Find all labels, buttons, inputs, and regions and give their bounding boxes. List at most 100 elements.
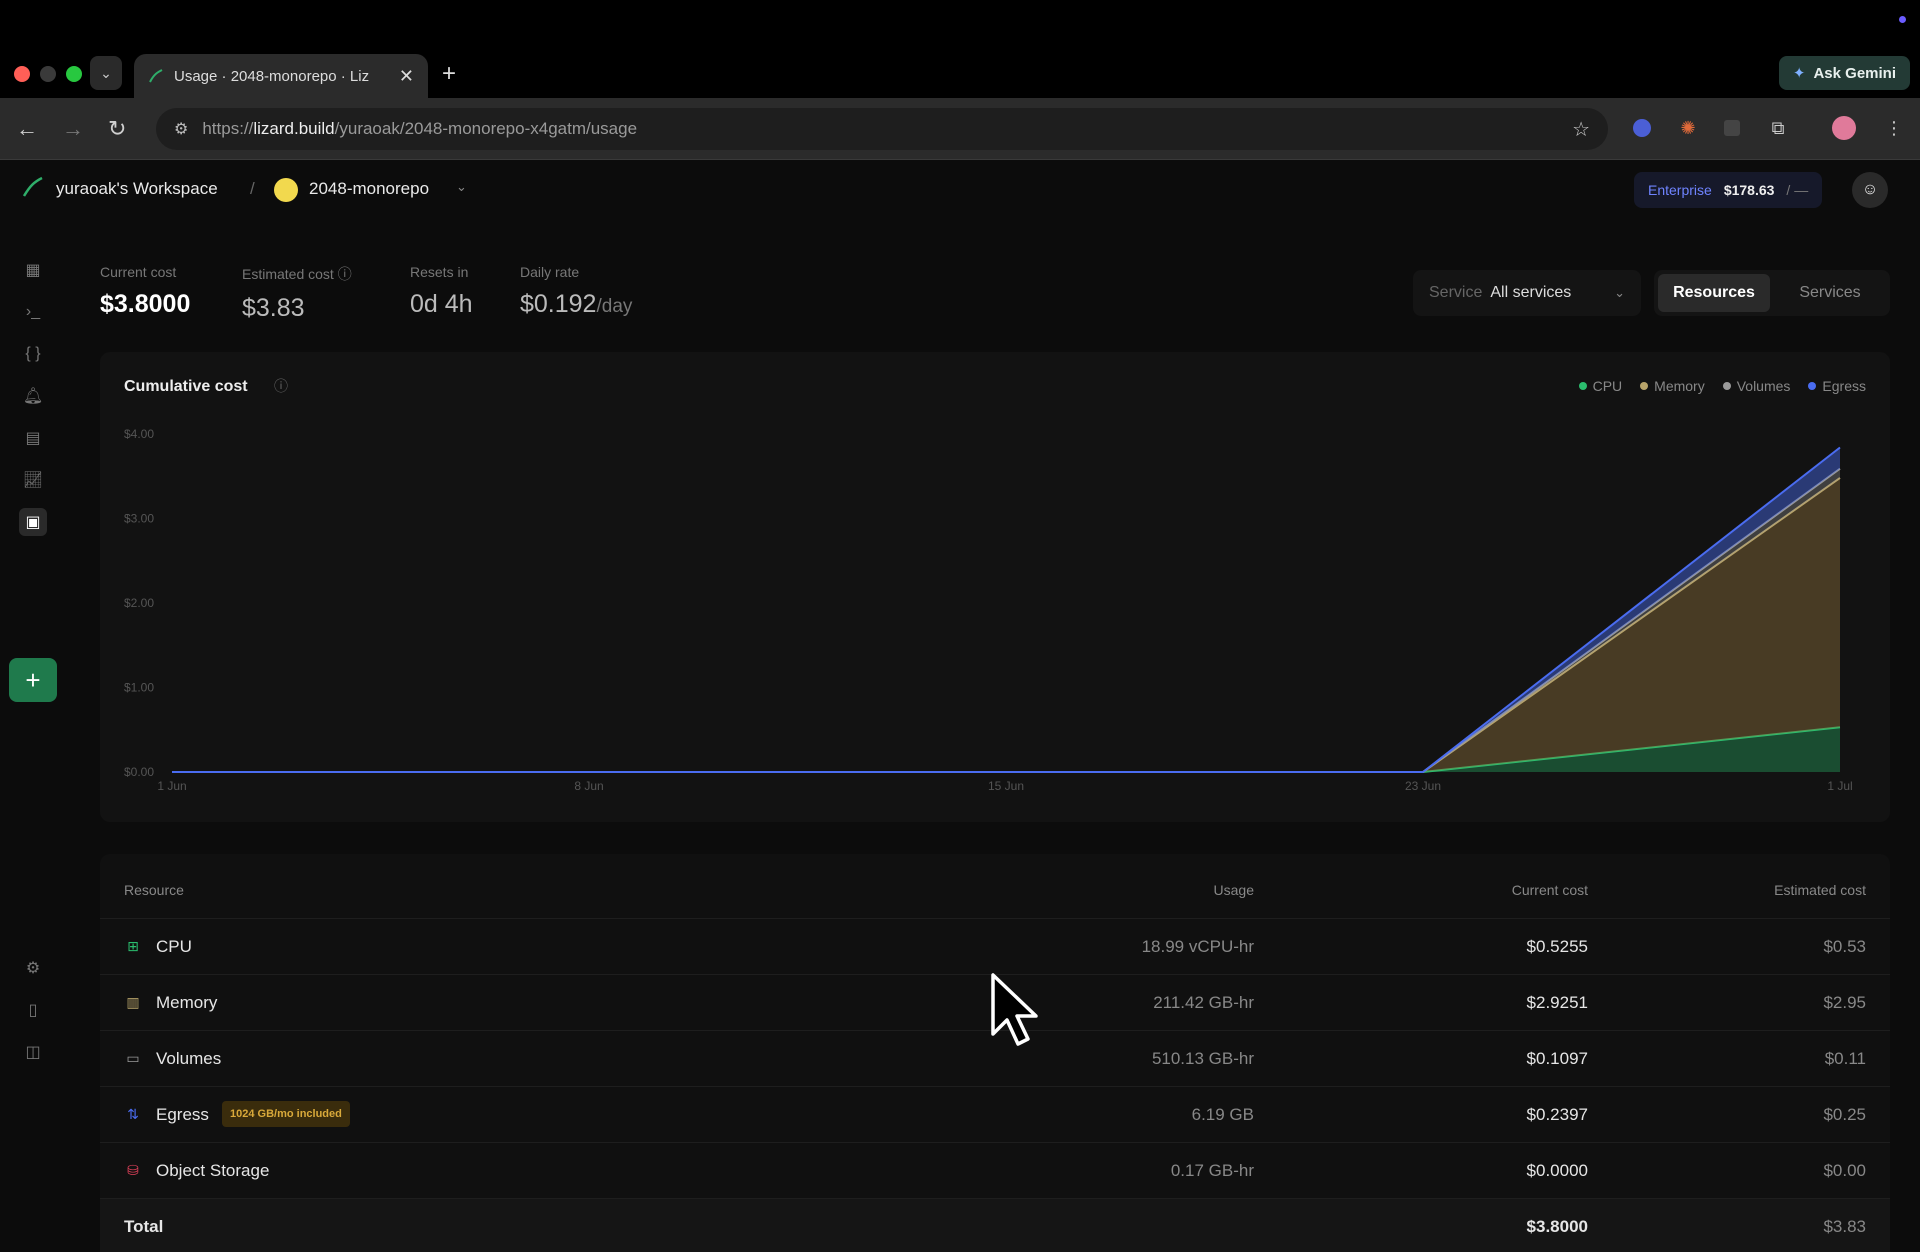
stat-daily-unit: /day bbox=[596, 296, 633, 317]
y-tick-label: $1.00 bbox=[124, 681, 154, 695]
extension-chrome-icon[interactable] bbox=[1628, 114, 1656, 142]
close-window-button[interactable] bbox=[14, 66, 30, 82]
stat-resets-in: Resets in 0d 4h bbox=[410, 264, 473, 319]
minimize-window-button[interactable] bbox=[40, 66, 56, 82]
address-bar[interactable]: ⚙ https://lizard.build/yuraoak/2048-mono… bbox=[156, 108, 1608, 150]
service-filter-select[interactable]: Service All services ⌄ bbox=[1413, 270, 1641, 316]
ask-gemini-button[interactable]: ✦ Ask Gemini bbox=[1778, 56, 1910, 90]
x-tick-label: 23 Jun bbox=[1405, 779, 1441, 793]
table-row[interactable]: ⛁ Object Storage 0.17 GB-hr $0.0000 $0.00 bbox=[100, 1142, 1890, 1198]
sidebar-metrics-icon[interactable]: 📈︎ bbox=[19, 466, 47, 494]
row-current-cost: $0.2397 bbox=[1526, 1105, 1588, 1124]
row-estimated-cost: $0.11 bbox=[1824, 1049, 1866, 1068]
forward-icon[interactable]: → bbox=[62, 116, 84, 142]
sidebar-alerts-icon[interactable]: 🔔︎ bbox=[19, 382, 47, 410]
url-text[interactable]: https://lizard.build/yuraoak/2048-monore… bbox=[202, 119, 1558, 139]
browser-toolbar: ← → ↻ ⚙ https://lizard.build/yuraoak/204… bbox=[0, 98, 1920, 160]
x-tick-label: 8 Jun bbox=[574, 779, 603, 793]
chart-title: Cumulative cost bbox=[124, 378, 248, 395]
site-settings-icon[interactable]: ⚙ bbox=[174, 119, 188, 139]
row-resource-name: Volumes bbox=[156, 1049, 222, 1068]
legend-swatch bbox=[1640, 382, 1649, 390]
browser-tabbar: ⌄ Usage · 2048-monorepo · Liz ✕ + ✦ Ask … bbox=[0, 0, 1920, 98]
legend-item-memory[interactable]: Memory bbox=[1640, 378, 1705, 394]
legend-item-egress[interactable]: Egress bbox=[1808, 378, 1866, 394]
project-chevron-down-icon[interactable]: ⌄ bbox=[456, 179, 467, 195]
sidebar-architecture-icon[interactable]: ▦ bbox=[19, 256, 47, 284]
stat-estimated-cost-value: $3.83 bbox=[242, 294, 305, 322]
legend-item-volumes[interactable]: Volumes bbox=[1722, 378, 1790, 394]
extensions-puzzle-icon[interactable]: ⧉ bbox=[1764, 114, 1792, 142]
url-scheme: https:// bbox=[202, 119, 254, 138]
plan-usage-badge[interactable]: Enterprise $178.63 / — bbox=[1634, 172, 1823, 208]
row-current-cost: $0.1097 bbox=[1526, 1049, 1588, 1068]
x-tick-label: 15 Jun bbox=[988, 779, 1024, 793]
window-controls bbox=[14, 66, 82, 82]
tab-close-icon[interactable]: ✕ bbox=[399, 66, 414, 87]
chevron-down-icon: ⌄ bbox=[1614, 285, 1625, 300]
stat-current-cost-label: Current cost bbox=[100, 264, 177, 280]
url-path: /yuraoak/2048-monorepo-x4gatm/usage bbox=[334, 119, 638, 138]
bookmark-star-icon[interactable]: ☆ bbox=[1572, 117, 1590, 142]
back-icon[interactable]: ← bbox=[16, 116, 38, 142]
row-estimated-cost: $0.53 bbox=[1823, 937, 1866, 956]
maximize-window-button[interactable] bbox=[66, 66, 82, 82]
x-tick-label: 1 Jun bbox=[157, 779, 186, 793]
reload-icon[interactable]: ↻ bbox=[108, 116, 126, 142]
stat-resets-value: 0d 4h bbox=[410, 290, 473, 318]
row-usage: 510.13 GB-hr bbox=[1151, 1049, 1254, 1068]
chart-legend: CPU Memory Volumes Egress bbox=[1578, 378, 1866, 394]
legend-swatch bbox=[1722, 382, 1731, 390]
table-total-row: Total $3.8000 $3.83 bbox=[100, 1198, 1890, 1252]
extension-dark-icon[interactable] bbox=[1718, 114, 1746, 142]
add-service-button[interactable]: + bbox=[9, 658, 57, 702]
col-header-usage: Usage bbox=[1213, 882, 1254, 898]
chart-info-icon[interactable]: ⓘ bbox=[274, 376, 288, 396]
memory-icon: ▥ bbox=[126, 993, 140, 1010]
sidebar-logs-icon[interactable]: ▤ bbox=[19, 424, 47, 452]
row-current-cost: $0.0000 bbox=[1526, 1161, 1588, 1180]
breadcrumb-separator: / bbox=[250, 179, 255, 198]
status-dot bbox=[1899, 16, 1906, 23]
legend-label: Memory bbox=[1654, 378, 1705, 394]
mouse-cursor-icon bbox=[991, 973, 1038, 1046]
sidebar-panel-icon[interactable]: ◫ bbox=[19, 1038, 47, 1066]
y-tick-label: $3.00 bbox=[124, 512, 154, 526]
col-header-current-cost: Current cost bbox=[1511, 882, 1588, 898]
y-tick-label: $4.00 bbox=[124, 427, 154, 441]
sidebar-docs-icon[interactable]: ▯ bbox=[19, 996, 47, 1024]
profile-avatar-icon[interactable] bbox=[1830, 114, 1858, 142]
browser-menu-icon[interactable]: ⋮ bbox=[1880, 114, 1908, 142]
table-row[interactable]: ⊞ CPU 18.99 vCPU-hr $0.5255 $0.53 bbox=[100, 918, 1890, 974]
toggle-services[interactable]: Services bbox=[1774, 274, 1886, 312]
breadcrumb-project[interactable]: 2048-monorepo bbox=[309, 179, 429, 199]
total-current-cost: $3.8000 bbox=[1526, 1217, 1588, 1236]
sidebar: ▦ ›_ { } 🔔︎ ▤ 📈︎ ▣ + ⚙ ▯ ◫ bbox=[0, 218, 66, 1252]
info-icon[interactable]: ⓘ bbox=[338, 266, 352, 282]
new-tab-button[interactable]: + bbox=[442, 60, 456, 88]
legend-item-cpu[interactable]: CPU bbox=[1578, 378, 1622, 394]
total-estimated-cost: $3.83 bbox=[1823, 1217, 1866, 1236]
legend-label: Egress bbox=[1822, 378, 1866, 394]
bucket-icon: ⛁ bbox=[127, 1161, 139, 1178]
browser-tab-active[interactable]: Usage · 2048-monorepo · Liz ✕ bbox=[134, 54, 428, 98]
sidebar-usage-icon[interactable]: ▣ bbox=[19, 508, 47, 536]
user-avatar[interactable]: ☺ bbox=[1852, 172, 1888, 208]
extension-bug-icon[interactable]: ✺ bbox=[1674, 114, 1702, 142]
row-estimated-cost: $0.00 bbox=[1823, 1161, 1866, 1180]
stat-daily-label: Daily rate bbox=[520, 264, 580, 280]
lizard-logo-icon[interactable] bbox=[22, 176, 44, 198]
table-row[interactable]: ⇅ Egress 1024 GB/mo included 6.19 GB $0.2397… bbox=[100, 1086, 1890, 1142]
row-resource-name: Egress bbox=[156, 1105, 209, 1124]
plan-limit: / — bbox=[1786, 182, 1809, 198]
sidebar-variables-icon[interactable]: { } bbox=[19, 340, 47, 368]
sidebar-terminal-icon[interactable]: ›_ bbox=[19, 298, 47, 326]
stat-estimated-cost-label: Estimated cost bbox=[242, 266, 334, 282]
tab-search-button[interactable]: ⌄ bbox=[90, 56, 122, 90]
cumulative-cost-card: $0.00 $1.00 $2.00 $3.00 $4.00 1 Jun 8 Jun 15 Ju… bbox=[100, 352, 1890, 822]
plus-icon: + bbox=[25, 664, 41, 695]
toggle-resources[interactable]: Resources bbox=[1658, 274, 1770, 312]
row-usage: 211.42 GB-hr bbox=[1153, 993, 1254, 1012]
breadcrumb-workspace[interactable]: yuraoak's Workspace bbox=[56, 179, 218, 199]
sidebar-settings-icon[interactable]: ⚙ bbox=[19, 954, 47, 982]
